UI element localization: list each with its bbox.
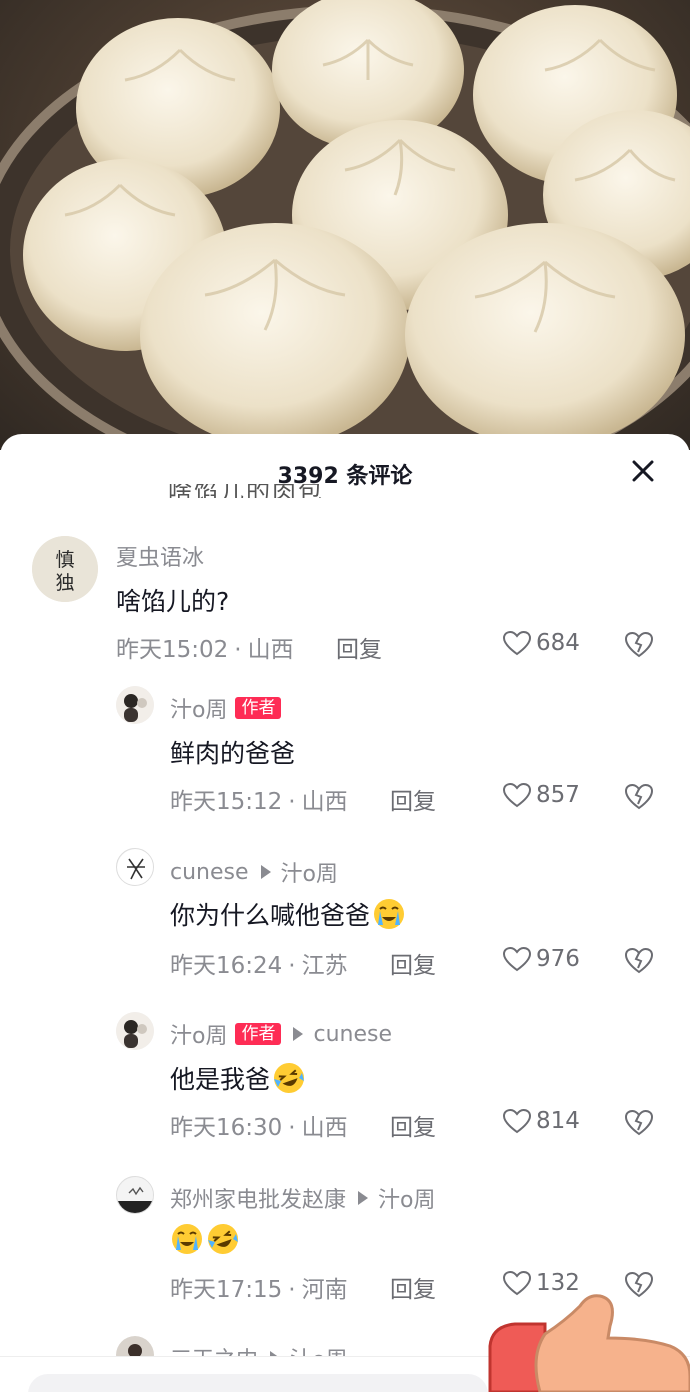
comment-meta: 昨天16:30 · 山西	[170, 1115, 348, 1141]
comment-location: 山西	[247, 637, 294, 663]
like-count: 814	[536, 1108, 580, 1134]
reply-arrow-icon	[358, 1191, 369, 1205]
comment-meta: 昨天16:24 · 江苏	[170, 953, 348, 979]
thumb-icon	[470, 1286, 690, 1392]
close-icon[interactable]	[628, 456, 658, 486]
reply-button[interactable]: 回复	[390, 946, 436, 980]
username-text: 汁o周	[170, 698, 228, 723]
heart-icon	[502, 946, 532, 972]
comment-time: 昨天17:15	[170, 1277, 283, 1303]
comment-time: 昨天16:30	[170, 1115, 283, 1141]
heart-icon	[502, 630, 532, 656]
broken-heart-icon[interactable]	[624, 946, 654, 974]
comment-meta: 昨天17:15 · 河南	[170, 1277, 348, 1303]
crying-emoji-icon	[374, 899, 405, 929]
avatar[interactable]	[116, 1012, 154, 1050]
heart-icon	[502, 1108, 532, 1134]
crying-emoji-icon	[172, 1224, 202, 1254]
comment-location: 山西	[301, 789, 348, 815]
like-button[interactable]: 684	[502, 630, 580, 656]
reply-button[interactable]: 回复	[390, 782, 436, 816]
comment-text: 鲜肉的爸爸	[170, 739, 296, 768]
comment-time: 昨天15:02	[116, 637, 229, 663]
comment-input[interactable]	[28, 1374, 488, 1392]
scrolled-comment-fragment: 啥馅儿的肉包	[0, 484, 690, 498]
reply-button[interactable]: 回复	[390, 1270, 436, 1304]
svg-text:慎: 慎	[55, 549, 74, 571]
comment-meta: 昨天15:02 · 山西	[116, 637, 294, 663]
like-count: 976	[536, 946, 580, 972]
comment-text: 他是我爸	[170, 1060, 306, 1096]
comment-location: 江苏	[301, 953, 348, 979]
laughing-emoji-icon	[274, 1063, 305, 1093]
comment-text	[170, 1222, 240, 1256]
partial-comment-text: 啥馅儿的肉包	[168, 484, 324, 498]
username[interactable]: cunese 汁o周	[170, 856, 338, 888]
comment-location: 山西	[301, 1115, 348, 1141]
like-button[interactable]: 857	[502, 782, 580, 808]
reply-button[interactable]: 回复	[390, 1108, 436, 1142]
broken-heart-icon[interactable]	[624, 630, 654, 658]
username[interactable]: 汁o周 作者	[170, 692, 282, 724]
username[interactable]: 夏虫语冰	[116, 540, 204, 572]
comment-location: 河南	[301, 1277, 348, 1303]
username[interactable]: 郑州家电批发赵康 汁o周	[170, 1182, 435, 1214]
like-count: 684	[536, 630, 580, 656]
username-text: cunese	[170, 859, 249, 885]
comment-time: 昨天16:24	[170, 953, 283, 979]
avatar[interactable]	[116, 686, 154, 724]
reply-to-user[interactable]: 汁o周	[378, 1182, 435, 1214]
reply-to-user[interactable]: cunese	[313, 1022, 392, 1047]
avatar[interactable]	[116, 848, 154, 886]
svg-text:独: 独	[55, 572, 74, 594]
reply-arrow-icon	[293, 1027, 304, 1041]
comment-text: 啥馅儿的?	[116, 587, 230, 616]
author-badge: 作者	[235, 1023, 282, 1045]
username[interactable]: 汁o周 作者 cunese	[170, 1018, 392, 1050]
like-count: 857	[536, 782, 580, 808]
reply-button[interactable]: 回复	[336, 630, 382, 664]
author-badge: 作者	[235, 697, 282, 719]
username-text: 夏虫语冰	[116, 546, 205, 571]
reply-to-user[interactable]: 汁o周	[281, 856, 338, 888]
comment-time: 昨天15:12	[170, 789, 283, 815]
username-text: 郑州家电批发赵康	[170, 1188, 347, 1213]
background-photo	[0, 0, 690, 450]
comment-text-content: 你为什么喊他爸爸	[170, 901, 371, 930]
broken-heart-icon[interactable]	[624, 1108, 654, 1136]
comment-meta: 昨天15:12 · 山西	[170, 789, 348, 815]
like-button[interactable]: 976	[502, 946, 580, 972]
avatar[interactable]	[116, 1176, 154, 1214]
username-text: 汁o周	[170, 1024, 228, 1049]
sheet-header: 3392 条评论 啥馅儿的肉包	[0, 434, 690, 506]
laughing-emoji-icon	[208, 1224, 238, 1254]
heart-icon	[502, 782, 532, 808]
reply-arrow-icon	[260, 865, 271, 879]
comment-text: 你为什么喊他爸爸	[170, 896, 406, 932]
avatar[interactable]: 慎 独	[32, 536, 98, 602]
broken-heart-icon[interactable]	[624, 782, 654, 810]
like-button[interactable]: 814	[502, 1108, 580, 1134]
comment-text-content: 他是我爸	[170, 1065, 271, 1094]
